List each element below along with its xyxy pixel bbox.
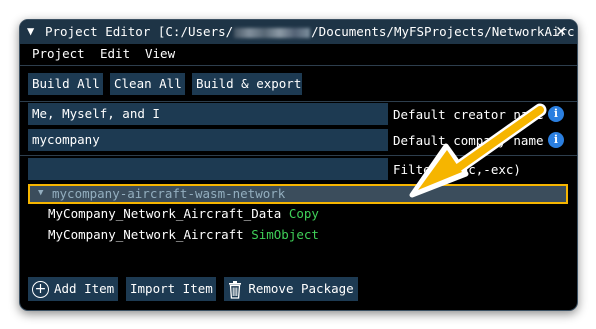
window-title-prefix: Project Editor [C:/Users/ [45,24,234,39]
trash-icon [229,280,242,299]
filter-input[interactable] [28,158,388,180]
fields-divider [20,155,577,156]
build-and-export-button[interactable]: Build & export [192,73,302,95]
asset-group-type: Copy [288,206,319,221]
creator-name-input[interactable]: Me, Myself, and I [28,103,388,125]
asset-group-name: MyCompany_Network_Aircraft [48,227,244,242]
tree-item[interactable]: MyCompany_Network_Aircraft_Data Copy [48,206,319,221]
project-editor-window: ▼ Project Editor [C:/Users/ /Documents/My… [19,19,578,311]
add-item-button[interactable]: + Add Item [28,277,118,301]
asset-group-name: MyCompany_Network_Aircraft_Data [48,206,282,221]
close-icon[interactable]: ✕ [556,21,566,41]
creator-name-label: Default creator name [393,107,544,122]
menu-divider [20,65,577,66]
asset-group-type: SimObject [251,227,319,242]
build-all-button[interactable]: Build All [28,73,103,95]
expand-triangle-icon[interactable]: ▼ [38,188,43,198]
collapse-triangle-icon[interactable]: ▼ [27,24,34,38]
clean-all-button[interactable]: Clean All [110,73,185,95]
filter-label: Filter (inc,-exc) [393,162,521,177]
tree-item[interactable]: MyCompany_Network_Aircraft SimObject [48,227,319,242]
info-icon[interactable]: i [548,132,564,148]
window-title: Project Editor [C:/Users/ /Documents/MyFS… [45,24,575,39]
company-name-input[interactable]: mycompany [28,129,388,151]
package-name: mycompany-aircraft-wasm-network [52,186,286,201]
toolbar-divider [20,101,577,102]
remove-package-button[interactable]: Remove Package [224,277,358,301]
info-icon[interactable]: i [548,106,564,122]
title-bar[interactable]: ▼ Project Editor [C:/Users/ /Documents/My… [20,20,577,44]
remove-package-label: Remove Package [248,281,354,296]
company-name-label: Default company name [393,133,544,148]
add-item-label: Add Item [54,281,115,296]
menu-view[interactable]: View [145,46,175,61]
import-item-button[interactable]: Import Item [126,277,216,301]
menu-project[interactable]: Project [32,46,85,61]
package-tree-node[interactable]: ▼ mycompany-aircraft-wasm-network [28,184,568,204]
plus-circle-icon: + [32,281,49,298]
menu-edit[interactable]: Edit [100,46,130,61]
redacted-username [234,27,311,38]
window-title-suffix: /Documents/MyFSProjects/NetworkAirc [311,24,575,39]
